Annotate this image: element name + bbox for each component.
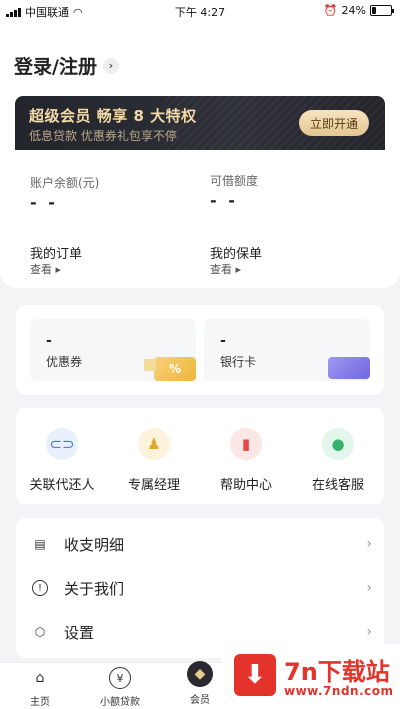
- tab-label: 主页: [30, 697, 50, 708]
- login-label: 登录/注册: [14, 56, 97, 78]
- alarm-icon: ⏰: [323, 4, 338, 17]
- chat-icon: ●: [322, 428, 354, 460]
- service-manager[interactable]: ♟ 专属经理: [108, 428, 200, 493]
- vip-subtitle: 低息贷款 优惠券礼包享不停: [29, 129, 177, 143]
- service-link-repayer[interactable]: ⊂⊃ 关联代还人: [16, 428, 108, 493]
- watermark-title: 7n下载站: [284, 658, 390, 686]
- coupon-count: -: [46, 333, 52, 349]
- orders-view-link[interactable]: 查看 ▸: [30, 261, 61, 277]
- yen-icon: ¥: [109, 667, 131, 689]
- coupon-label: 优惠券: [46, 355, 83, 369]
- vip-banner[interactable]: 超级会员 畅享 8 大特权 低息贷款 优惠券礼包享不停 立即开通: [15, 96, 385, 150]
- manager-icon: ♟: [138, 428, 170, 460]
- settings-icon: ⬡: [34, 625, 46, 639]
- home-icon: ⌂: [35, 670, 45, 686]
- service-label: 帮助中心: [219, 478, 272, 493]
- chevron-right-icon: ›: [102, 57, 119, 74]
- menu-item-label: 收支明细: [64, 535, 125, 554]
- info-icon: !: [32, 580, 48, 596]
- bank-card-tile[interactable]: - 银行卡: [204, 319, 370, 381]
- tab-small-loan[interactable]: ¥ 小额贷款: [80, 667, 160, 708]
- battery-icon: [370, 5, 394, 16]
- service-label: 关联代还人: [29, 478, 95, 493]
- download-icon: ⬇: [234, 654, 276, 696]
- credit-value: - -: [210, 191, 238, 210]
- service-label: 在线客服: [311, 478, 364, 493]
- status-right: ⏰ 24%: [323, 4, 394, 17]
- watermark-banner: ⬇ 7n下载站 www.7ndn.com: [222, 644, 400, 709]
- bank-card-label: 银行卡: [220, 355, 257, 369]
- tab-home[interactable]: ⌂ 主页: [0, 667, 80, 708]
- services-card: ⊂⊃ 关联代还人 ♟ 专属经理 ▮ 帮助中心 ● 在线客服: [16, 408, 384, 504]
- chevron-right-icon: ›: [366, 536, 372, 552]
- balance-value: - -: [30, 193, 58, 212]
- policy-title: 我的保单: [210, 247, 263, 262]
- diamond-icon: ◆: [187, 661, 213, 687]
- menu-item-transactions[interactable]: ▤ 收支明细 ›: [16, 522, 384, 566]
- status-bar: 中国联通 ◠ 下午 4:27 ⏰ 24%: [0, 0, 400, 22]
- link-icon: ⊂⊃: [46, 428, 78, 460]
- menu-card: ▤ 收支明细 › ! 关于我们 › ⬡ 设置 ›: [16, 518, 384, 658]
- wallet-card: - 优惠券 % - 银行卡: [16, 305, 384, 395]
- watermark-url: www.7ndn.com: [284, 684, 394, 698]
- service-label: 专属经理: [127, 478, 180, 493]
- menu-item-about[interactable]: ! 关于我们 ›: [16, 566, 384, 610]
- policy-view-link[interactable]: 查看 ▸: [210, 261, 241, 277]
- vip-title: 超级会员 畅享 8 大特权: [29, 107, 197, 125]
- document-icon: ▤: [34, 537, 46, 551]
- service-online-support[interactable]: ● 在线客服: [292, 428, 384, 493]
- bank-card-icon: [320, 357, 370, 381]
- bank-card-count: -: [220, 333, 226, 349]
- menu-item-label: 关于我们: [64, 579, 125, 598]
- coupon-icon: %: [144, 357, 196, 381]
- login-register-link[interactable]: 登录/注册 ›: [14, 52, 119, 79]
- balance-label: 账户余额(元): [30, 176, 100, 190]
- credit-label: 可借额度: [210, 174, 259, 188]
- book-icon: ▮: [230, 428, 262, 460]
- profile-header: 登录/注册 › 超级会员 畅享 8 大特权 低息贷款 优惠券礼包享不停 立即开通…: [0, 22, 400, 288]
- orders-title: 我的订单: [30, 247, 83, 262]
- chevron-right-icon: ›: [366, 580, 372, 596]
- battery-percent: 24%: [341, 4, 366, 17]
- vip-open-button[interactable]: 立即开通: [299, 110, 369, 136]
- chevron-right-icon: ›: [366, 624, 372, 640]
- service-help-center[interactable]: ▮ 帮助中心: [200, 428, 292, 493]
- battery-fill: [372, 7, 376, 14]
- menu-item-label: 设置: [64, 623, 95, 642]
- tab-label: 小额贷款: [100, 697, 140, 708]
- coupon-tile[interactable]: - 优惠券 %: [30, 319, 196, 381]
